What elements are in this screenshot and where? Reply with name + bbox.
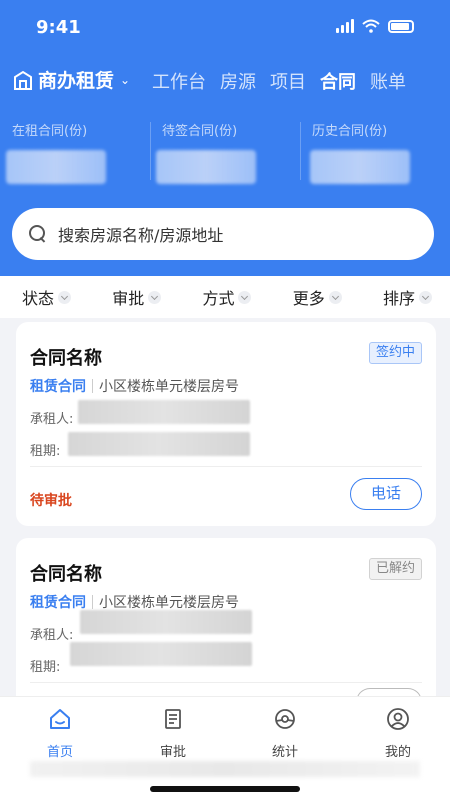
filter-approval[interactable]: 审批 xyxy=(112,285,162,309)
top-nav: 商办租赁 ⌄ 工作台 房源 项目 合同 账单 xyxy=(0,60,450,100)
battery-icon xyxy=(388,19,414,33)
stat-value-redacted xyxy=(6,150,106,184)
header: 9:41 商办租赁 ⌄ 工作台 房源 项目 合同 账单 在租合同(份) 待签合同… xyxy=(0,0,450,290)
status-badge: 签约中 xyxy=(368,342,422,364)
filter-label: 审批 xyxy=(112,289,145,308)
status-time: 9:41 xyxy=(36,17,81,38)
stat-value-redacted xyxy=(310,150,410,184)
tab-label: 首页 xyxy=(46,745,73,760)
separator xyxy=(92,595,93,609)
filter-status[interactable]: 状态 xyxy=(22,285,72,309)
brand-switcher[interactable]: 商办租赁 ⌄ xyxy=(12,66,130,93)
bottom-tabbar: 首页 审批 统计 我的 xyxy=(0,696,450,800)
redacted-footer xyxy=(30,761,420,777)
stat-active[interactable]: 在租合同(份) xyxy=(0,118,150,198)
contract-type: 租赁合同 xyxy=(30,595,86,611)
tabbar-approval[interactable]: 审批 xyxy=(138,707,208,760)
separator xyxy=(92,379,93,393)
contract-stats: 在租合同(份) 待签合同(份) 历史合同(份) xyxy=(0,118,450,198)
tab-label: 我的 xyxy=(384,745,411,760)
contract-title: 合同名称 xyxy=(30,564,102,585)
stat-label: 在租合同(份) xyxy=(12,124,88,139)
search-placeholder: 搜索房源名称/房源地址 xyxy=(58,226,224,245)
filter-sort[interactable]: 排序 xyxy=(383,285,432,309)
filter-bar: 状态 审批 方式 更多 排序 xyxy=(0,276,450,318)
tabbar-stats[interactable]: 统计 xyxy=(250,707,320,760)
filter-label: 状态 xyxy=(22,289,55,308)
contract-card[interactable]: 合同名称 签约中 租赁合同 小区楼栋单元楼层房号 承租人: 租期: 待审批 电话 xyxy=(16,322,436,526)
filter-label: 排序 xyxy=(382,289,415,308)
tab-contracts[interactable]: 合同 xyxy=(320,68,356,94)
contract-address: 小区楼栋单元楼层房号 xyxy=(99,595,239,611)
stat-label: 待签合同(份) xyxy=(162,124,238,139)
tenant-label: 承租人: xyxy=(30,412,74,427)
filter-more[interactable]: 更多 xyxy=(293,285,342,309)
filter-method[interactable]: 方式 xyxy=(202,285,252,309)
contract-title: 合同名称 xyxy=(30,348,102,369)
contract-card[interactable]: 合同名称 已解约 租赁合同 小区楼栋单元楼层房号 承租人: 租期: xyxy=(16,538,436,708)
chevron-down-icon xyxy=(58,290,72,304)
home-icon xyxy=(50,709,70,729)
search-icon xyxy=(28,224,48,244)
search-input[interactable]: 搜索房源名称/房源地址 xyxy=(12,208,434,260)
status-badge: 已解约 xyxy=(368,558,422,580)
tab-bills[interactable]: 账单 xyxy=(370,68,406,94)
brand-name: 商办租赁 xyxy=(38,70,115,92)
stat-history[interactable]: 历史合同(份) xyxy=(300,118,450,198)
period-value-redacted xyxy=(70,642,252,666)
building-icon xyxy=(14,70,32,90)
stat-value-redacted xyxy=(156,150,256,184)
nav-tabs: 工作台 房源 项目 合同 账单 xyxy=(152,68,406,94)
call-button[interactable]: 电话 xyxy=(350,478,422,510)
tab-listings[interactable]: 房源 xyxy=(220,68,256,94)
divider xyxy=(30,466,422,467)
period-value-redacted xyxy=(68,432,250,456)
contract-address: 小区楼栋单元楼层房号 xyxy=(99,379,239,395)
chevron-down-icon: ⌄ xyxy=(120,72,131,87)
document-icon xyxy=(165,709,181,729)
chevron-down-icon xyxy=(418,290,432,304)
signal-icon xyxy=(336,19,354,33)
home-indicator[interactable] xyxy=(150,786,300,792)
chevron-down-icon xyxy=(238,290,252,304)
status-icons xyxy=(336,19,414,33)
stat-label: 历史合同(份) xyxy=(312,124,388,139)
tab-workbench[interactable]: 工作台 xyxy=(152,68,206,94)
period-label: 租期: xyxy=(30,444,61,459)
user-icon xyxy=(387,708,409,730)
chevron-down-icon xyxy=(328,290,342,304)
contract-type-row: 租赁合同 小区楼栋单元楼层房号 xyxy=(30,376,239,396)
tab-projects[interactable]: 项目 xyxy=(270,68,306,94)
tab-label: 审批 xyxy=(159,745,186,760)
filter-label: 方式 xyxy=(202,289,235,308)
filter-label: 更多 xyxy=(292,289,325,308)
chart-icon xyxy=(275,709,295,729)
tenant-value-redacted xyxy=(80,610,252,634)
chevron-down-icon xyxy=(148,290,162,304)
divider xyxy=(30,682,422,683)
tabbar-profile[interactable]: 我的 xyxy=(363,707,433,760)
period-label: 租期: xyxy=(30,660,61,675)
contract-type-row: 租赁合同 小区楼栋单元楼层房号 xyxy=(30,592,239,612)
approval-status: 待审批 xyxy=(30,493,72,509)
tabbar-home[interactable]: 首页 xyxy=(25,707,95,760)
stat-pending[interactable]: 待签合同(份) xyxy=(150,118,300,198)
tab-label: 统计 xyxy=(271,745,298,760)
contract-type: 租赁合同 xyxy=(30,379,86,395)
wifi-icon xyxy=(362,19,380,33)
tenant-label: 承租人: xyxy=(30,628,74,643)
status-bar: 9:41 xyxy=(0,0,450,56)
tenant-value-redacted xyxy=(78,400,250,424)
